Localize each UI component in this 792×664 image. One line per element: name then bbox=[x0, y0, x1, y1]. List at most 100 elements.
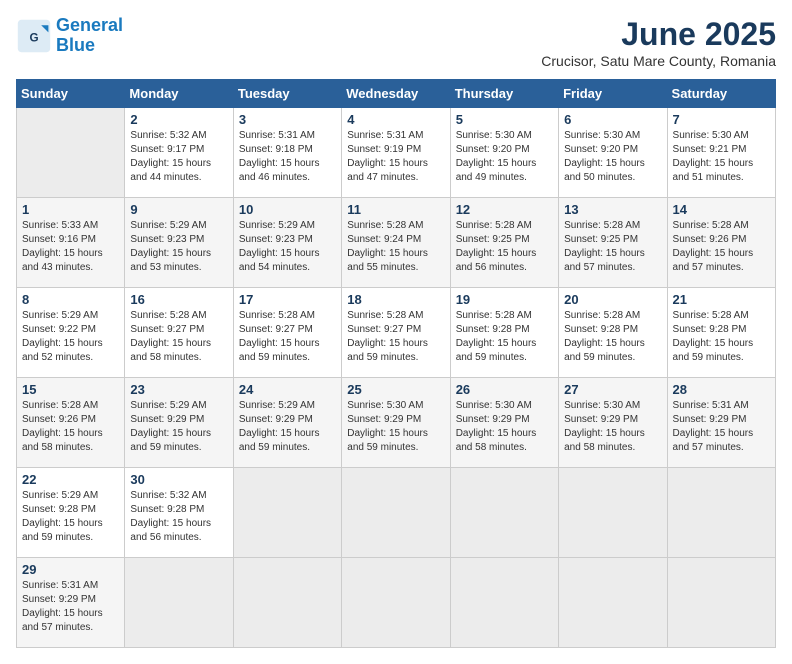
day-number: 8 bbox=[22, 292, 119, 307]
sunrise-text: Sunrise: 5:29 AM bbox=[130, 220, 206, 231]
day-number: 26 bbox=[456, 382, 553, 397]
col-thursday: Thursday bbox=[450, 80, 558, 108]
calendar-row: 29 Sunrise: 5:31 AMSunset: 9:29 PMDayligh… bbox=[17, 558, 776, 648]
day-number: 30 bbox=[130, 472, 227, 487]
table-cell: 15Sunrise: 5:28 AMSunset: 9:26 PMDayligh… bbox=[17, 378, 125, 468]
table-cell: 29 Sunrise: 5:31 AMSunset: 9:29 PMDayligh… bbox=[17, 558, 125, 648]
calendar-row: 2 Sunrise: 5:32 AMSunset: 9:17 PMDaylight… bbox=[17, 108, 776, 198]
day-info: Sunrise: 5:32 AMSunset: 9:17 PMDaylight:… bbox=[130, 129, 227, 185]
daylight-text: Daylight: 15 hours and 44 minutes. bbox=[130, 158, 211, 183]
day-number: 7 bbox=[673, 112, 770, 127]
sunset-text: Sunset: 9:29 PM bbox=[673, 414, 747, 425]
daylight-text: Daylight: 15 hours and 47 minutes. bbox=[347, 158, 428, 183]
calendar-table: Sunday Monday Tuesday Wednesday Thursday… bbox=[16, 79, 776, 648]
day-number: 29 bbox=[22, 562, 119, 577]
table-cell: 20Sunrise: 5:28 AMSunset: 9:28 PMDayligh… bbox=[559, 288, 667, 378]
sunset-text: Sunset: 9:20 PM bbox=[456, 144, 530, 155]
day-number: 4 bbox=[347, 112, 444, 127]
day-info: Sunrise: 5:31 AMSunset: 9:29 PMDaylight:… bbox=[673, 399, 770, 455]
daylight-text: Daylight: 15 hours and 56 minutes. bbox=[456, 248, 537, 273]
daylight-text: Daylight: 15 hours and 46 minutes. bbox=[239, 158, 320, 183]
sunset-text: Sunset: 9:28 PM bbox=[564, 324, 638, 335]
table-cell bbox=[667, 468, 775, 558]
daylight-text: Daylight: 15 hours and 59 minutes. bbox=[239, 428, 320, 453]
day-number: 24 bbox=[239, 382, 336, 397]
sunrise-text: Sunrise: 5:28 AM bbox=[564, 310, 640, 321]
sunset-text: Sunset: 9:29 PM bbox=[130, 414, 204, 425]
svg-text:G: G bbox=[29, 31, 38, 44]
day-info: Sunrise: 5:28 AMSunset: 9:27 PMDaylight:… bbox=[347, 309, 444, 365]
header: G General Blue June 2025 Crucisor, Satu … bbox=[16, 16, 776, 69]
day-number: 20 bbox=[564, 292, 661, 307]
sunset-text: Sunset: 9:28 PM bbox=[673, 324, 747, 335]
sunrise-text: Sunrise: 5:30 AM bbox=[456, 400, 532, 411]
sunset-text: Sunset: 9:28 PM bbox=[456, 324, 530, 335]
day-number: 2 bbox=[130, 112, 227, 127]
day-number: 10 bbox=[239, 202, 336, 217]
calendar-row: 22Sunrise: 5:29 AMSunset: 9:28 PMDayligh… bbox=[17, 468, 776, 558]
table-cell: 12Sunrise: 5:28 AMSunset: 9:25 PMDayligh… bbox=[450, 198, 558, 288]
sunset-text: Sunset: 9:28 PM bbox=[22, 504, 96, 515]
day-number: 1 bbox=[22, 202, 119, 217]
table-cell bbox=[17, 108, 125, 198]
sunrise-text: Sunrise: 5:28 AM bbox=[347, 310, 423, 321]
daylight-text: Daylight: 15 hours and 59 minutes. bbox=[347, 338, 428, 363]
day-info: Sunrise: 5:28 AMSunset: 9:28 PMDaylight:… bbox=[673, 309, 770, 365]
daylight-text: Daylight: 15 hours and 43 minutes. bbox=[22, 248, 103, 273]
sunrise-text: Sunrise: 5:28 AM bbox=[456, 310, 532, 321]
day-number: 28 bbox=[673, 382, 770, 397]
table-cell bbox=[233, 558, 341, 648]
daylight-text: Daylight: 15 hours and 55 minutes. bbox=[347, 248, 428, 273]
table-cell: 17Sunrise: 5:28 AMSunset: 9:27 PMDayligh… bbox=[233, 288, 341, 378]
day-number: 6 bbox=[564, 112, 661, 127]
day-info: Sunrise: 5:31 AM Sunset: 9:18 PM Daylight:… bbox=[239, 129, 336, 185]
daylight-text: Daylight: 15 hours and 57 minutes. bbox=[673, 248, 754, 273]
sunrise-text: Sunrise: 5:29 AM bbox=[22, 310, 98, 321]
table-cell: 7Sunrise: 5:30 AMSunset: 9:21 PMDaylight… bbox=[667, 108, 775, 198]
sunrise-text: Sunrise: 5:29 AM bbox=[130, 400, 206, 411]
sunrise-text: Sunrise: 5:32 AM bbox=[130, 130, 206, 141]
day-info: Sunrise: 5:31 AMSunset: 9:29 PMDaylight:… bbox=[22, 579, 119, 635]
sunrise-text: Sunrise: 5:33 AM bbox=[22, 220, 98, 231]
col-tuesday: Tuesday bbox=[233, 80, 341, 108]
sunrise-text: Sunrise: 5:28 AM bbox=[130, 310, 206, 321]
table-cell: 22Sunrise: 5:29 AMSunset: 9:28 PMDayligh… bbox=[17, 468, 125, 558]
daylight-text: Daylight: 15 hours and 54 minutes. bbox=[239, 248, 320, 273]
table-cell: 3Sunrise: 5:31 AMSunset: 9:18 PMDaylight… bbox=[233, 108, 341, 198]
table-cell: 1Sunrise: 5:33 AMSunset: 9:16 PMDaylight… bbox=[17, 198, 125, 288]
sunset-text: Sunset: 9:20 PM bbox=[564, 144, 638, 155]
table-cell: 24Sunrise: 5:29 AMSunset: 9:29 PMDayligh… bbox=[233, 378, 341, 468]
sunset-text: Sunset: 9:18 PM bbox=[239, 144, 313, 155]
sunset-text: Sunset: 9:22 PM bbox=[22, 324, 96, 335]
day-info: Sunrise: 5:28 AMSunset: 9:26 PMDaylight:… bbox=[673, 219, 770, 275]
sunset-text: Sunset: 9:21 PM bbox=[673, 144, 747, 155]
day-info: Sunrise: 5:28 AMSunset: 9:28 PMDaylight:… bbox=[456, 309, 553, 365]
table-cell bbox=[667, 558, 775, 648]
col-saturday: Saturday bbox=[667, 80, 775, 108]
sunrise-text: Sunrise: 5:31 AM bbox=[673, 400, 749, 411]
header-row: Sunday Monday Tuesday Wednesday Thursday… bbox=[17, 80, 776, 108]
day-number: 18 bbox=[347, 292, 444, 307]
day-info: Sunrise: 5:31 AMSunset: 9:19 PMDaylight:… bbox=[347, 129, 444, 185]
daylight-text: Daylight: 15 hours and 51 minutes. bbox=[673, 158, 754, 183]
col-sunday: Sunday bbox=[17, 80, 125, 108]
daylight-text: Daylight: 15 hours and 58 minutes. bbox=[130, 338, 211, 363]
table-cell: 4 Sunrise: 5:31 AMSunset: 9:19 PMDaylight… bbox=[342, 108, 450, 198]
day-number: 16 bbox=[130, 292, 227, 307]
day-number: 25 bbox=[347, 382, 444, 397]
logo-text: General Blue bbox=[56, 16, 123, 56]
table-cell: 2 Sunrise: 5:32 AMSunset: 9:17 PMDaylight… bbox=[125, 108, 233, 198]
table-cell bbox=[559, 558, 667, 648]
sunrise-text: Sunrise: 5:29 AM bbox=[239, 220, 315, 231]
table-cell: 27Sunrise: 5:30 AMSunset: 9:29 PMDayligh… bbox=[559, 378, 667, 468]
table-cell: 18 Sunrise: 5:28 AMSunset: 9:27 PMDayligh… bbox=[342, 288, 450, 378]
table-cell: 13Sunrise: 5:28 AMSunset: 9:25 PMDayligh… bbox=[559, 198, 667, 288]
table-cell: 9Sunrise: 5:29 AMSunset: 9:23 PMDaylight… bbox=[125, 198, 233, 288]
title-area: June 2025 Crucisor, Satu Mare County, Ro… bbox=[541, 16, 776, 69]
table-cell: 26Sunrise: 5:30 AMSunset: 9:29 PMDayligh… bbox=[450, 378, 558, 468]
sunrise-text: Sunrise: 5:31 AM bbox=[239, 130, 315, 141]
table-cell bbox=[342, 468, 450, 558]
sunrise-text: Sunrise: 5:30 AM bbox=[456, 130, 532, 141]
day-info: Sunrise: 5:29 AMSunset: 9:29 PMDaylight:… bbox=[130, 399, 227, 455]
day-info: Sunrise: 5:30 AMSunset: 9:29 PMDaylight:… bbox=[347, 399, 444, 455]
